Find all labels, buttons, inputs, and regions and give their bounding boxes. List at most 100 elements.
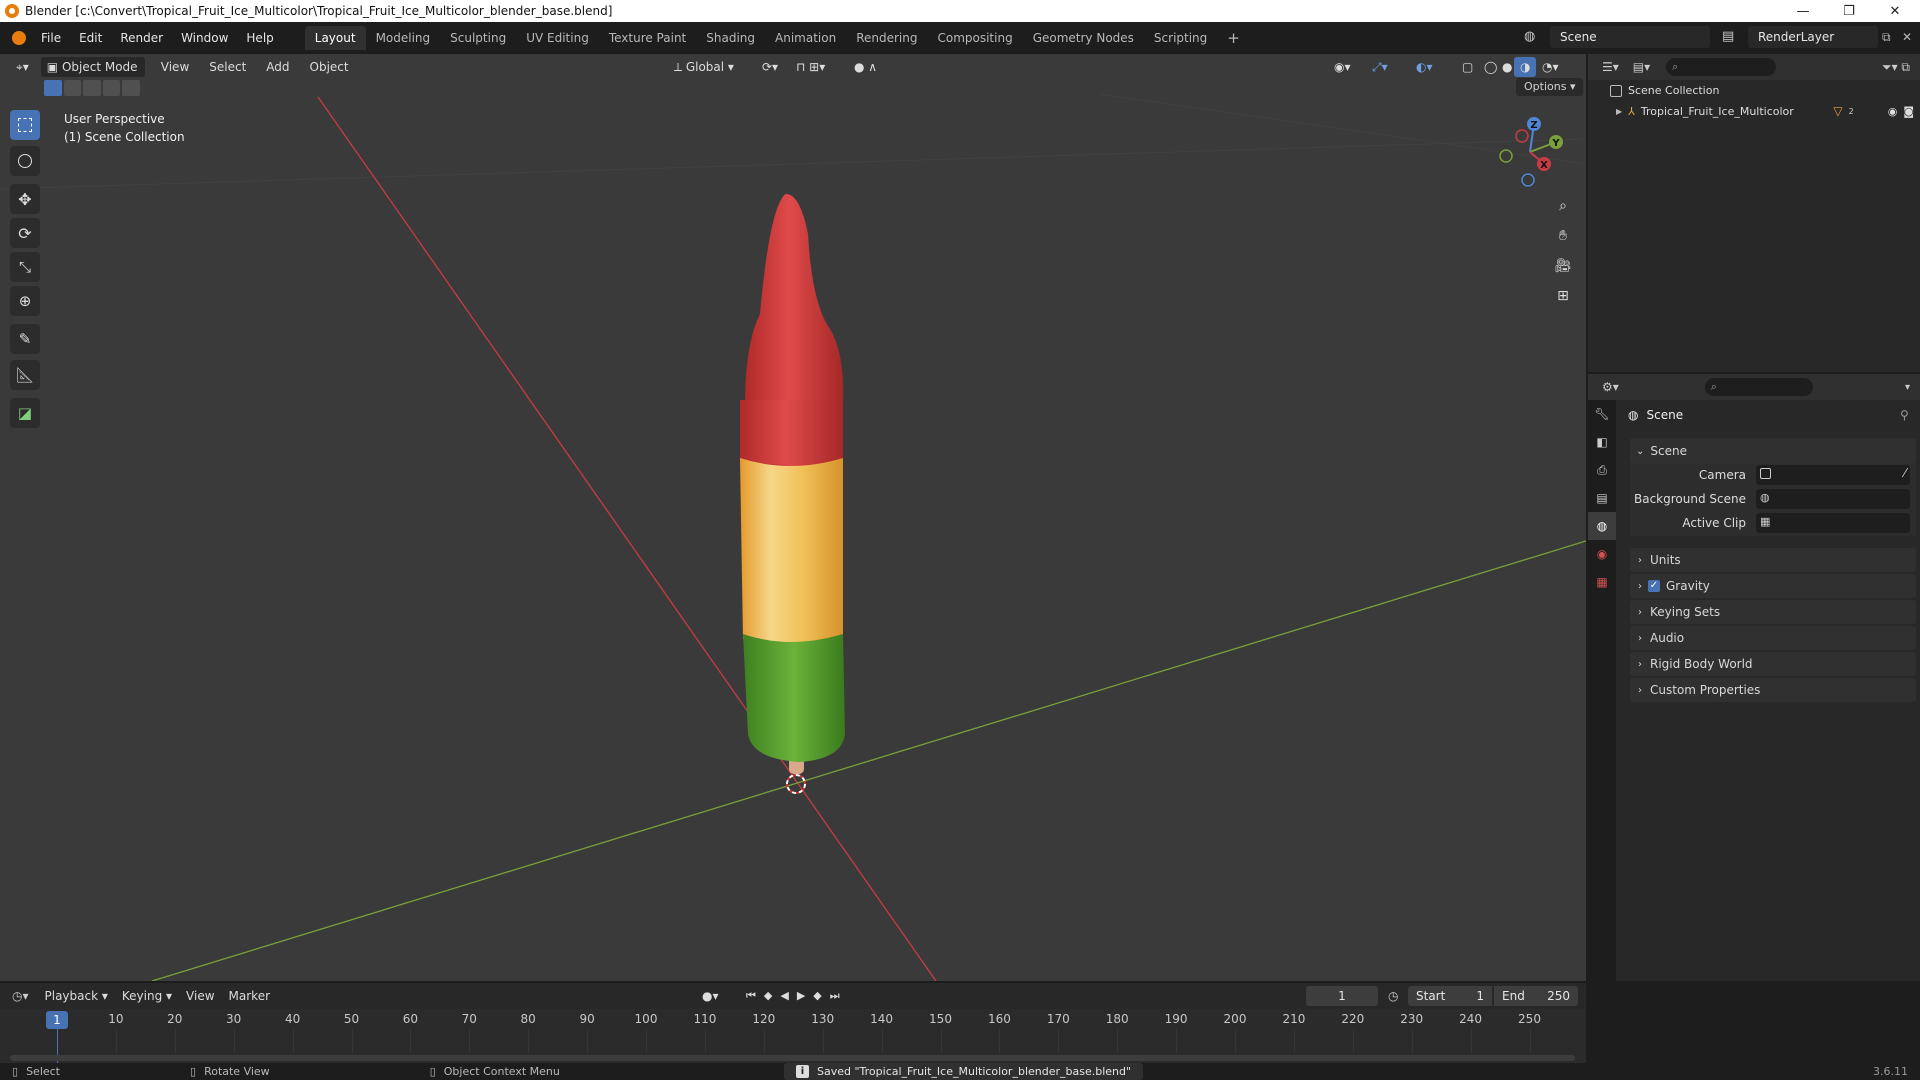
tab-modeling[interactable]: Modeling — [366, 26, 441, 50]
rotate-tool-icon[interactable]: ⟳ — [10, 218, 40, 248]
menu-object[interactable]: Object — [304, 57, 355, 77]
expand-arrow-icon[interactable]: ▶ — [1616, 107, 1622, 116]
select-subtract-icon[interactable] — [83, 80, 101, 96]
xray-icon[interactable]: ▢ — [1456, 57, 1479, 77]
eyedropper-icon[interactable]: ⁄ — [1904, 466, 1906, 480]
outliner-editor-type-icon[interactable]: ☰▾ — [1602, 60, 1619, 74]
filter-icon[interactable]: ⏷▾ ⧉ — [1882, 60, 1910, 75]
view-layer-selector[interactable]: RenderLayer — [1748, 26, 1878, 48]
eye-icon[interactable]: ◉ — [1888, 105, 1898, 118]
audio-panel-header[interactable]: › Audio — [1630, 626, 1916, 650]
properties-editor-type-icon[interactable]: ⚙▾ — [1602, 380, 1619, 394]
snap-icon[interactable]: ⊓ ⊞▾ — [790, 57, 831, 77]
select-invert-icon[interactable] — [102, 80, 121, 96]
tab-sculpting[interactable]: Sculpting — [440, 26, 516, 50]
move-tool-icon[interactable]: ✥ — [10, 184, 40, 214]
overlay-toggle-icon[interactable]: ◐▾ — [1410, 57, 1439, 77]
menu-render[interactable]: Render — [111, 22, 172, 54]
transform-tool-icon[interactable]: ⊕ — [10, 286, 40, 316]
menu-select[interactable]: Select — [203, 57, 252, 77]
scene-browse-icon[interactable]: ◍ — [1524, 26, 1544, 48]
measure-tool-icon[interactable]: 📐︎ — [10, 360, 40, 390]
annotate-tool-icon[interactable]: ✎ — [10, 324, 40, 354]
menu-view[interactable]: View — [155, 57, 195, 77]
proportional-edit-icon[interactable]: ● ∧ — [848, 57, 883, 77]
menu-add[interactable]: Add — [260, 57, 295, 77]
gizmo-neg-y-icon[interactable] — [1499, 149, 1513, 163]
pivot-point-icon[interactable]: ⟳▾ — [756, 57, 784, 77]
tab-uv-editing[interactable]: UV Editing — [516, 26, 599, 50]
properties-options-icon[interactable]: ▾ — [1905, 382, 1910, 393]
tab-animation[interactable]: Animation — [765, 26, 846, 50]
tab-geometry-nodes[interactable]: Geometry Nodes — [1023, 26, 1144, 50]
remove-view-layer-icon[interactable]: ✕ — [1902, 26, 1918, 48]
keying-sets-panel-header[interactable]: › Keying Sets — [1630, 600, 1916, 624]
cursor-tool-icon[interactable] — [10, 146, 40, 176]
timeline-editor-type-icon[interactable]: ◷▾ — [12, 989, 29, 1003]
timeline-editor[interactable]: ◷▾ Playback ▾ Keying ▾ View Marker ●▾ ⏮◆… — [0, 983, 1586, 1063]
playhead-frame-label[interactable]: 1 — [46, 1011, 68, 1029]
editor-type-icon[interactable]: ⌖▾ — [10, 57, 35, 77]
start-frame-field[interactable]: Start 1 — [1408, 986, 1492, 1006]
tool-tab-icon[interactable]: 🔧︎ — [1588, 400, 1616, 428]
mode-selector[interactable]: ▣ Object Mode ▾ — [40, 57, 145, 94]
material-shading-icon[interactable]: ◑ — [1514, 57, 1537, 77]
transform-orientation[interactable]: ⟂ Global ▾ — [668, 57, 740, 77]
menu-file[interactable]: File — [32, 22, 70, 54]
menu-playback[interactable]: Playback ▾ — [39, 986, 114, 1006]
timeline-ruler[interactable]: 1 10 20 30 40 50 60 70 80 90 100 110 120 130 140 150 16… — [0, 1009, 1586, 1063]
timeline-scrollbar[interactable] — [10, 1055, 1575, 1061]
scale-tool-icon[interactable]: ⤡ — [10, 252, 40, 282]
menu-window[interactable]: Window — [172, 22, 237, 54]
render-tab-icon[interactable]: ◧ — [1588, 428, 1616, 456]
render-camera-icon[interactable]: ◙ — [1903, 105, 1914, 118]
3d-viewport[interactable]: ⌖▾ ▣ Object Mode ▾ View Select Add Objec… — [0, 54, 1586, 981]
menu-edit[interactable]: Edit — [70, 22, 111, 54]
scene-tab-icon[interactable]: ◍ — [1588, 512, 1616, 540]
menu-help[interactable]: Help — [237, 22, 282, 54]
properties-search-input[interactable]: ⌕ — [1704, 378, 1813, 396]
select-intersect-icon[interactable] — [122, 80, 140, 96]
gizmo-neg-z-icon[interactable] — [1521, 173, 1535, 187]
view-layer-tab-icon[interactable]: ▤ — [1588, 484, 1616, 512]
tab-shading[interactable]: Shading — [696, 26, 765, 50]
select-box-tool-icon[interactable] — [10, 110, 40, 140]
select-new-icon[interactable] — [44, 80, 62, 96]
display-mode-icon[interactable]: ▤▾ — [1633, 60, 1650, 74]
camera-view-icon[interactable]: 🎥︎ — [1549, 252, 1577, 280]
gravity-checkbox[interactable]: ✓ — [1648, 580, 1660, 592]
outliner-search-input[interactable]: ⌕ — [1666, 58, 1777, 76]
current-frame-field[interactable]: 1 — [1306, 986, 1378, 1006]
world-tab-icon[interactable]: ◉ — [1588, 540, 1616, 568]
zoom-view-icon[interactable]: ⌕ — [1549, 192, 1577, 220]
scene-selector[interactable]: Scene — [1550, 26, 1710, 48]
custom-properties-panel-header[interactable]: › Custom Properties — [1630, 678, 1916, 702]
outliner-row-object[interactable]: ▶ ⅄ Tropical_Fruit_Ice_Multicolor ▽ 2 ◉ … — [1616, 104, 1916, 118]
add-cube-tool-icon[interactable]: ◪ — [10, 398, 40, 428]
active-clip-field[interactable]: ▦ — [1756, 513, 1910, 533]
tab-rendering[interactable]: Rendering — [846, 26, 927, 50]
scene-panel-header[interactable]: ⌄ Scene — [1630, 438, 1916, 464]
close-button[interactable]: ✕ — [1872, 0, 1918, 22]
outliner-row-scene-collection[interactable]: Scene Collection — [1610, 84, 1719, 97]
use-preview-range-icon[interactable]: ◷ — [1388, 989, 1398, 1003]
options-button[interactable]: Options ▾ — [1516, 78, 1584, 96]
rendered-shading-icon[interactable]: ◔▾ — [1536, 57, 1565, 77]
pin-icon[interactable]: ⚲ — [1900, 408, 1909, 422]
select-extend-icon[interactable] — [63, 80, 82, 96]
minimize-button[interactable]: — — [1780, 0, 1826, 22]
units-panel-header[interactable]: › Units — [1630, 548, 1916, 572]
menu-keying[interactable]: Keying ▾ — [116, 986, 178, 1006]
gravity-panel-header[interactable]: › ✓ Gravity — [1630, 574, 1916, 598]
menu-timeline-view[interactable]: View — [180, 986, 220, 1006]
camera-field[interactable]: ⁄ — [1756, 465, 1910, 485]
tab-scripting[interactable]: Scripting — [1144, 26, 1217, 50]
navigation-gizmo[interactable]: Z Y X — [1490, 112, 1570, 192]
visibility-icon[interactable]: ◉▾ — [1328, 57, 1357, 77]
tab-compositing[interactable]: Compositing — [927, 26, 1022, 50]
menu-marker[interactable]: Marker — [223, 986, 276, 1006]
texture-tab-icon[interactable]: ▦ — [1588, 568, 1616, 596]
pan-view-icon[interactable]: ✋︎ — [1549, 222, 1577, 250]
end-frame-field[interactable]: End 250 — [1494, 986, 1578, 1006]
background-scene-field[interactable]: ◍ — [1756, 489, 1910, 509]
